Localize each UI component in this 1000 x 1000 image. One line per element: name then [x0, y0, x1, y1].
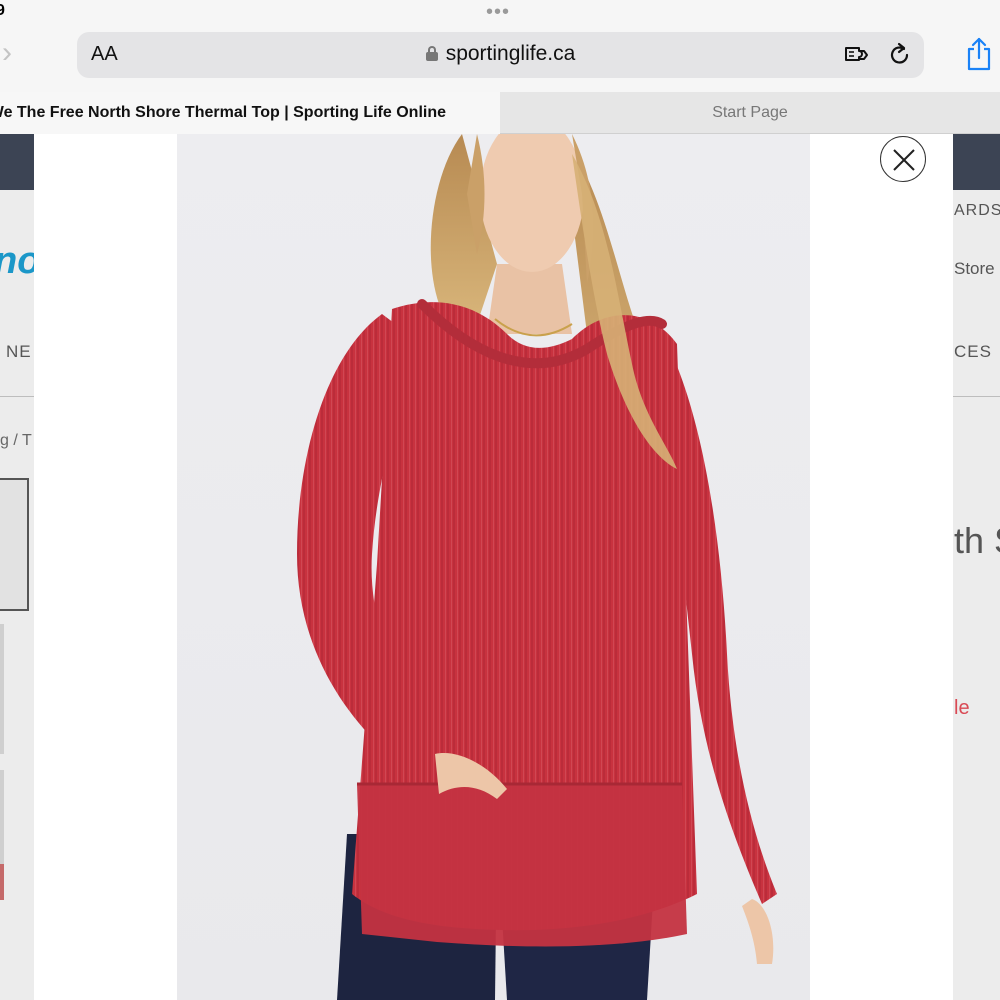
- close-button[interactable]: [880, 136, 926, 182]
- multitask-dots-icon[interactable]: •••: [486, 2, 510, 22]
- product-thumbnail: [0, 478, 29, 611]
- tab-title: We The Free North Shore Thermal Top | Sp…: [0, 104, 446, 121]
- product-photo-illustration: [297, 134, 777, 1000]
- tab-start-page[interactable]: Start Page: [500, 92, 1000, 134]
- rewards-link-fragment: ARDS: [954, 202, 1000, 219]
- product-thumbnail: [0, 864, 4, 900]
- nav-item-fragment-right: CES: [954, 342, 992, 361]
- breadcrumb-fragment: g / T: [0, 432, 32, 449]
- url-display[interactable]: sportinglife.ca: [77, 42, 924, 66]
- nav-divider: [953, 396, 1000, 397]
- image-lightbox: [34, 134, 953, 1000]
- nav-item-fragment-left: NE: [6, 342, 32, 361]
- product-title-fragment: th S: [954, 520, 1000, 561]
- store-link-fragment: Store: [954, 259, 995, 278]
- tab-active[interactable]: We The Free North Shore Thermal Top | Sp…: [0, 92, 500, 134]
- product-photo: [177, 134, 810, 1000]
- forward-chevron-icon[interactable]: ›: [2, 38, 24, 72]
- status-time: 9: [0, 2, 5, 19]
- sale-label-fragment: le: [954, 697, 970, 719]
- url-text: sportinglife.ca: [445, 42, 576, 65]
- tab-bar: We The Free North Shore Thermal Top | Sp…: [0, 92, 1000, 134]
- reader-extension-icon[interactable]: [843, 42, 871, 68]
- product-thumbnail: [0, 624, 4, 754]
- browser-toolbar: 9 ••• › AA sportinglife.ca: [0, 0, 1000, 92]
- reload-icon[interactable]: [887, 41, 913, 69]
- share-icon[interactable]: [964, 36, 994, 72]
- close-icon: [893, 149, 915, 171]
- tab-title: Start Page: [712, 104, 788, 121]
- nav-divider: [0, 396, 34, 397]
- address-bar[interactable]: AA sportinglife.ca: [77, 32, 924, 78]
- lock-icon: [425, 46, 438, 61]
